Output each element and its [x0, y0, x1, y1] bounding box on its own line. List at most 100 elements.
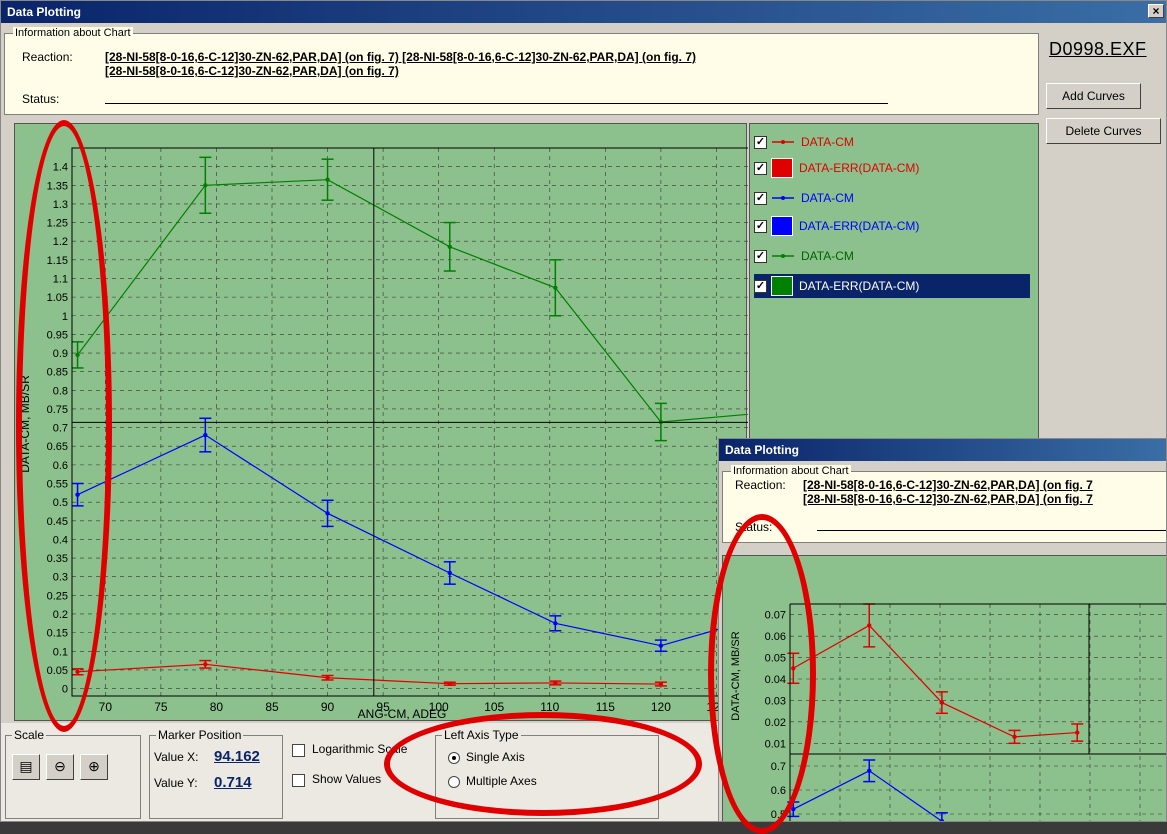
- color-swatch-icon: [771, 158, 793, 178]
- legend-item-data-cm-green[interactable]: ✓ DATA-CM: [754, 244, 1030, 268]
- annotation-oval-second-axis: [708, 514, 816, 834]
- value-x: 94.162: [214, 748, 260, 765]
- data-point: [867, 623, 872, 628]
- data-point: [867, 768, 872, 773]
- data-point: [553, 621, 558, 626]
- color-swatch-icon: [771, 216, 793, 236]
- chart-series: [71, 156, 748, 687]
- color-swatch-icon: [771, 276, 793, 296]
- legend-checkbox[interactable]: ✓: [754, 249, 767, 263]
- page-icon[interactable]: ▤: [12, 754, 40, 780]
- data-point: [325, 511, 330, 516]
- chart-info-legend-2: Information about Chart: [731, 465, 851, 477]
- close-button[interactable]: ×: [1148, 4, 1164, 18]
- data-point: [553, 680, 558, 686]
- chart-info-panel: Information about Chart Reaction: [28-NI…: [4, 27, 1039, 115]
- status-label: Status:: [22, 92, 60, 106]
- value-x-label: Value X:: [154, 750, 199, 764]
- reaction-label-2: Reaction:: [735, 478, 786, 492]
- window-title-2: Data Plotting: [725, 443, 799, 457]
- chart-grid-2: [789, 604, 1166, 821]
- delete-curves-button[interactable]: Delete Curves: [1046, 118, 1161, 144]
- data-point: [203, 432, 208, 438]
- data-point: [447, 244, 452, 249]
- add-curves-button[interactable]: Add Curves: [1046, 83, 1141, 109]
- legend-item-data-cm-blue[interactable]: ✓ DATA-CM: [754, 186, 1030, 210]
- data-point: [939, 700, 945, 705]
- legend-checkbox[interactable]: ✓: [754, 191, 767, 205]
- series-line-2: [77, 179, 748, 423]
- legend-item-data-err-red[interactable]: ✓ DATA-ERR(DATA-CM): [754, 156, 1030, 180]
- title-bar-2[interactable]: Data Plotting: [719, 439, 1166, 461]
- line-swatch-icon: [772, 196, 794, 200]
- data-point: [325, 675, 330, 680]
- reaction-line-1[interactable]: [28-NI-58[8-0-16,6-C-12]30-ZN-62,PAR,DA]…: [105, 50, 696, 64]
- reaction-line-2-1[interactable]: [28-NI-58[8-0-16,6-C-12]30-ZN-62,PAR,DA]…: [803, 478, 1093, 492]
- data-point: [1012, 734, 1017, 740]
- x-tick-label: 90: [321, 700, 335, 714]
- legend-checkbox[interactable]: ✓: [754, 219, 767, 233]
- data-point: [203, 183, 208, 188]
- zoom-out-icon[interactable]: ⊖: [46, 754, 74, 780]
- legend-checkbox[interactable]: ✓: [754, 135, 767, 149]
- legend-label: DATA-CM: [801, 249, 854, 263]
- legend-panel[interactable]: ✓ DATA-CM ✓ DATA-ERR(DATA-CM) ✓ DATA-CM …: [749, 123, 1039, 443]
- window-title: Data Plotting: [7, 5, 81, 19]
- x-tick-label: 80: [210, 700, 224, 714]
- legend-checkbox[interactable]: ✓: [754, 279, 767, 293]
- title-bar[interactable]: Data Plotting ×: [1, 1, 1166, 23]
- reaction-line-2-2[interactable]: [28-NI-58[8-0-16,6-C-12]30-ZN-62,PAR,DA]…: [803, 492, 1093, 506]
- x-axis-label: ANG-CM, ADEG: [358, 707, 447, 721]
- chart-info-legend: Information about Chart: [13, 27, 133, 39]
- legend-label: DATA-CM: [801, 191, 854, 205]
- series-line-0: [77, 663, 661, 685]
- data-point: [447, 681, 452, 686]
- data-point: [658, 681, 664, 687]
- legend-label: DATA-ERR(DATA-CM): [799, 161, 920, 175]
- chart-info-panel-2: Information about Chart Reaction: [28-NI…: [722, 465, 1166, 543]
- file-id: D0998.EXF: [1049, 39, 1147, 59]
- line-swatch-icon: [772, 140, 794, 144]
- series-line-1: [793, 770, 943, 821]
- legend-label: DATA-CM: [801, 135, 854, 149]
- show-values-label[interactable]: Show Values: [312, 772, 381, 786]
- data-point: [791, 807, 796, 812]
- value-y-label: Value Y:: [154, 776, 198, 790]
- legend-item-data-cm-red[interactable]: ✓ DATA-CM: [754, 130, 1030, 154]
- annotation-oval-left: [16, 120, 112, 732]
- x-tick-label: 120: [651, 700, 671, 714]
- status-value: [105, 103, 888, 104]
- plot-panel[interactable]: 0 0.05 0.1 0.15 0.2 0.25 0.3 0.35 0.4 0.45 0.5 0.55…: [14, 123, 748, 722]
- legend-label: DATA-ERR(DATA-CM): [799, 219, 920, 233]
- legend-item-data-err-blue[interactable]: ✓ DATA-ERR(DATA-CM): [754, 214, 1030, 238]
- legend-checkbox[interactable]: ✓: [754, 161, 767, 175]
- data-point: [658, 643, 664, 648]
- x-tick-label: 70: [99, 700, 113, 714]
- series-line-0: [793, 624, 1078, 738]
- reaction-label: Reaction:: [22, 50, 73, 64]
- marker-group-title: Marker Position: [156, 728, 244, 742]
- line-swatch-icon: [772, 254, 794, 258]
- zoom-in-icon[interactable]: ⊕: [80, 754, 108, 780]
- annotation-oval-axis-type: [384, 712, 702, 816]
- logarithmic-scale-checkbox[interactable]: [292, 744, 305, 757]
- chart-series-2: [787, 603, 1084, 821]
- marker-position-group: Marker Position Value X: 94.162 Value Y:…: [149, 728, 283, 819]
- data-point: [553, 285, 558, 290]
- scale-group-title: Scale: [12, 728, 47, 742]
- reaction-line-2[interactable]: [28-NI-58[8-0-16,6-C-12]30-ZN-62,PAR,DA]…: [105, 64, 399, 78]
- data-point: [325, 177, 330, 182]
- main-chart[interactable]: 00.050.10.150.20.250.30.350.40.450.50.55…: [15, 124, 748, 722]
- data-point: [447, 570, 452, 576]
- data-point: [1075, 730, 1080, 735]
- status-value-2: [817, 530, 1166, 531]
- x-tick-label: 75: [154, 700, 168, 714]
- value-y: 0.714: [214, 774, 252, 791]
- show-values-checkbox[interactable]: [292, 774, 305, 787]
- legend-label: DATA-ERR(DATA-CM): [799, 279, 920, 293]
- x-tick-label: 115: [596, 700, 615, 714]
- data-point: [203, 662, 208, 667]
- scale-group: Scale ▤ ⊖ ⊕: [5, 728, 141, 819]
- legend-item-data-err-green[interactable]: ✓ DATA-ERR(DATA-CM): [754, 274, 1030, 298]
- x-tick-label: 105: [484, 700, 504, 714]
